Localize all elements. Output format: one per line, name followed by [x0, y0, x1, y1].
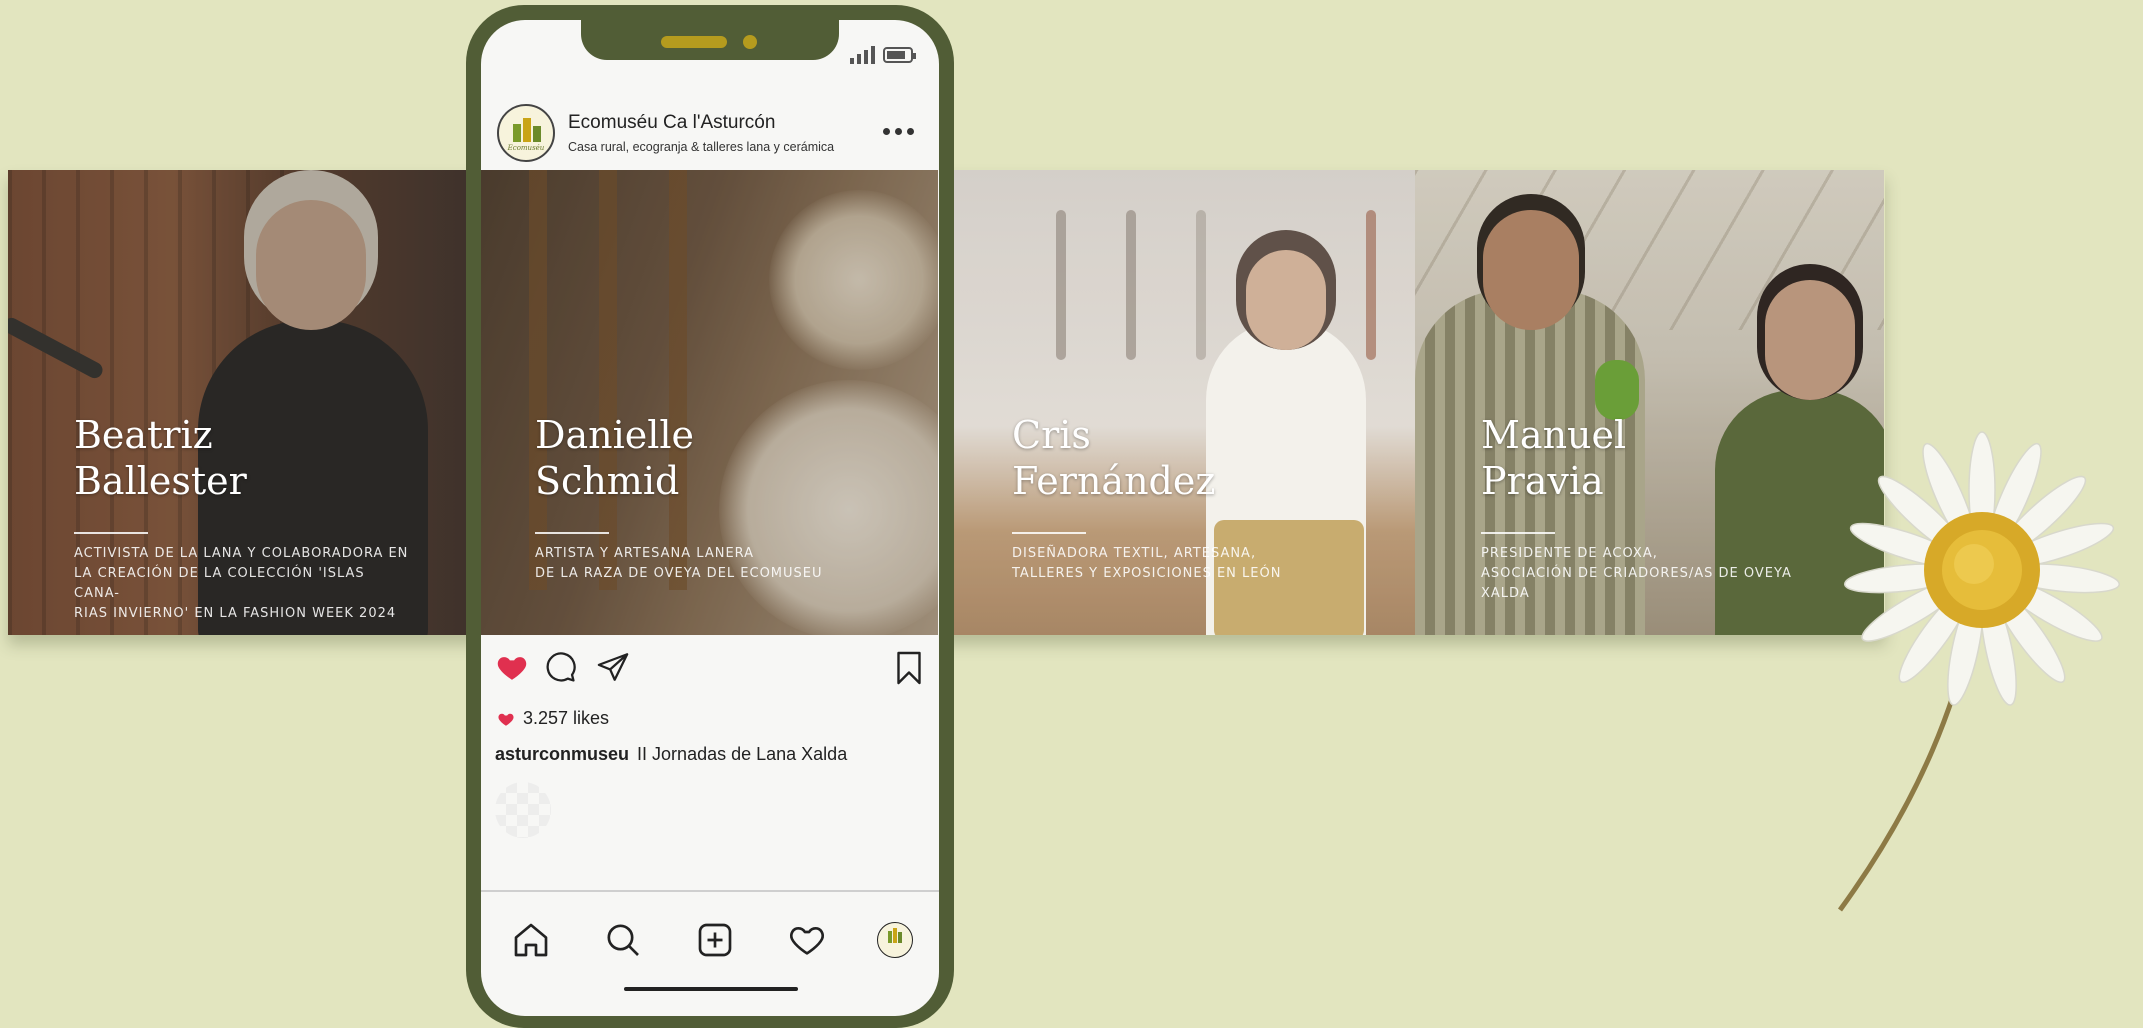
status-bar: [850, 46, 916, 64]
bottom-tab-bar: [481, 890, 939, 1016]
panel-name: Beatriz Ballester: [74, 413, 247, 503]
carousel-panel-beatriz[interactable]: Beatriz Ballester ACTIVISTA DE LA LANA Y…: [8, 170, 477, 635]
panel-name: Manuel Pravia: [1481, 413, 1627, 503]
front-camera: [743, 35, 757, 49]
post-actions: [481, 650, 939, 690]
panel-divider: [1012, 532, 1086, 534]
panel-description: DISEÑADORA TEXTIL, ARTESANA, TALLERES Y …: [1012, 546, 1282, 581]
phone-notch: [581, 20, 839, 60]
small-heart-icon: [498, 713, 514, 726]
account-name[interactable]: Ecomuséu Ca l'Asturcón: [568, 112, 775, 134]
profile-avatar[interactable]: Ecomuséu: [497, 104, 555, 162]
phone-screen: Ecomuséu Ecomuséu Ca l'Asturcón Casa rur…: [481, 20, 939, 1016]
phone-frame: Ecomuséu Ecomuséu Ca l'Asturcón Casa rur…: [466, 5, 954, 1028]
profile-avatar-icon[interactable]: [877, 922, 913, 958]
loading-placeholder: [495, 782, 551, 838]
caption-text: II Jornadas de Lana Xalda: [637, 744, 848, 764]
post-caption: asturconmuseu II Jornadas de Lana Xalda: [495, 744, 847, 765]
daisy-flower-icon: [1837, 431, 2121, 912]
comment-icon[interactable]: [543, 650, 577, 684]
panel-divider: [74, 532, 148, 534]
battery-icon: [883, 47, 916, 63]
logo-icon: [513, 118, 541, 142]
panel-description: ACTIVISTA DE LA LANA Y COLABORADORA EN L…: [74, 546, 409, 621]
home-indicator: [624, 987, 798, 991]
more-options-icon[interactable]: [883, 128, 914, 135]
panel-description: PRESIDENTE DE ACOXA, ASOCIACIÓN DE CRIAD…: [1481, 546, 1792, 601]
heart-filled-icon[interactable]: [495, 650, 529, 684]
panel-divider: [1481, 532, 1555, 534]
likes-text: 3.257 likes: [523, 708, 610, 728]
add-post-icon[interactable]: [695, 920, 735, 960]
likes-count[interactable]: 3.257 likes: [497, 708, 609, 729]
search-icon[interactable]: [603, 920, 643, 960]
activity-heart-icon[interactable]: [787, 920, 827, 960]
carousel-panel-cris[interactable]: Cris Fernández DISEÑADORA TEXTIL, ARTESA…: [946, 170, 1415, 635]
signal-icon: [850, 46, 875, 64]
caption-username[interactable]: asturconmuseu: [495, 744, 629, 764]
home-icon[interactable]: [511, 920, 551, 960]
account-subtitle: Casa rural, ecogranja & talleres lana y …: [568, 140, 835, 154]
panel-name: Cris Fernández: [1012, 413, 1216, 503]
speaker-grille: [661, 36, 727, 48]
logo-text: Ecomuséu: [507, 144, 545, 152]
bookmark-icon[interactable]: [893, 650, 925, 686]
share-icon[interactable]: [595, 650, 631, 684]
